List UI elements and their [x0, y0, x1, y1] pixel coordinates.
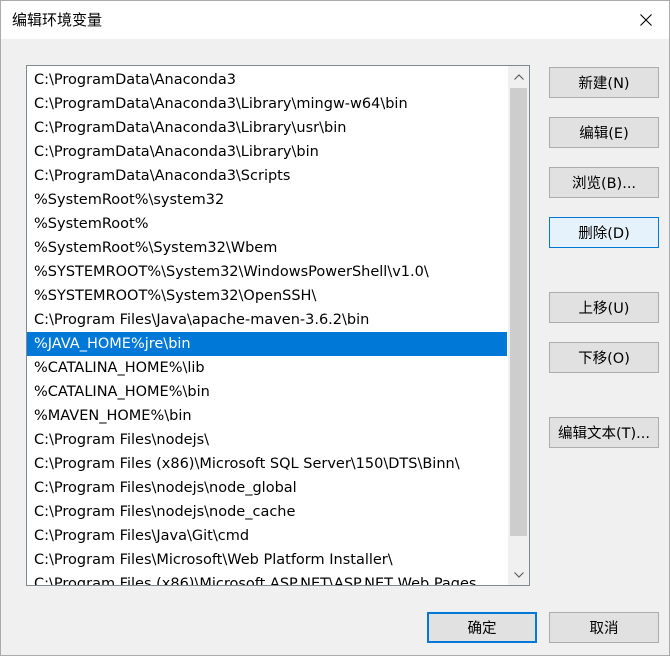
- path-list-item[interactable]: %SYSTEMROOT%\System32\OpenSSH\: [27, 284, 507, 308]
- path-list-item[interactable]: %CATALINA_HOME%\lib: [27, 356, 507, 380]
- path-list-item[interactable]: C:\Program Files\nodejs\node_global: [27, 476, 507, 500]
- path-list-item[interactable]: C:\Program Files\Java\apache-maven-3.6.2…: [27, 308, 507, 332]
- chevron-down-icon: [513, 571, 524, 578]
- path-list-item[interactable]: C:\ProgramData\Anaconda3\Library\bin: [27, 140, 507, 164]
- path-list-item[interactable]: C:\ProgramData\Anaconda3: [27, 68, 507, 92]
- path-list-item[interactable]: %SystemRoot%: [27, 212, 507, 236]
- path-list-item[interactable]: C:\ProgramData\Anaconda3\Library\mingw-w…: [27, 92, 507, 116]
- path-list-item[interactable]: C:\Program Files\Microsoft\Web Platform …: [27, 548, 507, 572]
- path-list-item[interactable]: C:\Program Files (x86)\Microsoft ASP.NET…: [27, 572, 507, 585]
- chevron-up-icon: [513, 73, 524, 80]
- dialog-title: 编辑环境变量: [12, 11, 103, 29]
- path-list-item[interactable]: C:\Program Files\nodejs\: [27, 428, 507, 452]
- cancel-button[interactable]: 取消: [549, 612, 659, 643]
- close-button[interactable]: [623, 1, 669, 39]
- title-bar: 编辑环境变量: [1, 1, 669, 39]
- close-icon: [640, 14, 652, 26]
- browse-button[interactable]: 浏览(B)...: [549, 167, 659, 198]
- ok-button[interactable]: 确定: [427, 612, 537, 643]
- path-list-item[interactable]: %MAVEN_HOME%\bin: [27, 404, 507, 428]
- new-button[interactable]: 新建(N): [549, 67, 659, 98]
- path-listbox[interactable]: C:\ProgramData\Anaconda3 C:\ProgramData\A…: [26, 65, 530, 586]
- delete-button[interactable]: 删除(D): [549, 217, 659, 248]
- path-list-item[interactable]: C:\ProgramData\Anaconda3\Library\usr\bin: [27, 116, 507, 140]
- scroll-down-button[interactable]: [508, 564, 529, 585]
- path-list-item[interactable]: C:\Program Files (x86)\Microsoft SQL Ser…: [27, 452, 507, 476]
- path-list-item[interactable]: %SystemRoot%\system32: [27, 188, 507, 212]
- path-list-item[interactable]: C:\Program Files\Java\Git\cmd: [27, 524, 507, 548]
- path-list-item[interactable]: %CATALINA_HOME%\bin: [27, 380, 507, 404]
- edit-env-variable-dialog: 编辑环境变量 C:\ProgramData\Anaconda3 C:\Progra…: [0, 0, 670, 656]
- path-list-item[interactable]: %JAVA_HOME%jre\bin: [27, 332, 507, 356]
- path-list-item[interactable]: %SYSTEMROOT%\System32\WindowsPowerShell\…: [27, 260, 507, 284]
- path-list-item[interactable]: %SystemRoot%\System32\Wbem: [27, 236, 507, 260]
- scrollbar-thumb[interactable]: [510, 88, 527, 536]
- path-list: C:\ProgramData\Anaconda3 C:\ProgramData\A…: [27, 68, 507, 585]
- edit-button[interactable]: 编辑(E): [549, 117, 659, 148]
- edit-text-button[interactable]: 编辑文本(T)...: [549, 417, 659, 448]
- move-up-button[interactable]: 上移(U): [549, 292, 659, 323]
- scroll-up-button[interactable]: [508, 66, 529, 87]
- vertical-scrollbar[interactable]: [508, 66, 529, 585]
- path-list-item[interactable]: C:\Program Files\nodejs\node_cache: [27, 500, 507, 524]
- move-down-button[interactable]: 下移(O): [549, 342, 659, 373]
- path-list-item[interactable]: C:\ProgramData\Anaconda3\Scripts: [27, 164, 507, 188]
